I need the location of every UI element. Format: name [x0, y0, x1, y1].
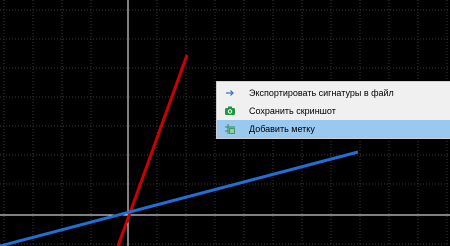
plot-line-blue [0, 150, 359, 246]
camera-icon [224, 105, 236, 117]
menu-item-label: Экспортировать сигнатуры в файл [249, 88, 394, 98]
arrow-right-icon [224, 87, 236, 99]
menu-item-save-screenshot[interactable]: Сохранить скриншот [217, 102, 450, 120]
context-menu: Экспортировать сигнатуры в файл Сохранит… [216, 81, 450, 139]
menu-item-add-marker[interactable]: Добавить метку [217, 120, 450, 138]
menu-item-export-signatures[interactable]: Экспортировать сигнатуры в файл [217, 84, 450, 102]
add-marker-icon [224, 123, 236, 135]
menu-item-label: Сохранить скриншот [249, 106, 336, 116]
menu-item-label: Добавить метку [249, 124, 315, 134]
